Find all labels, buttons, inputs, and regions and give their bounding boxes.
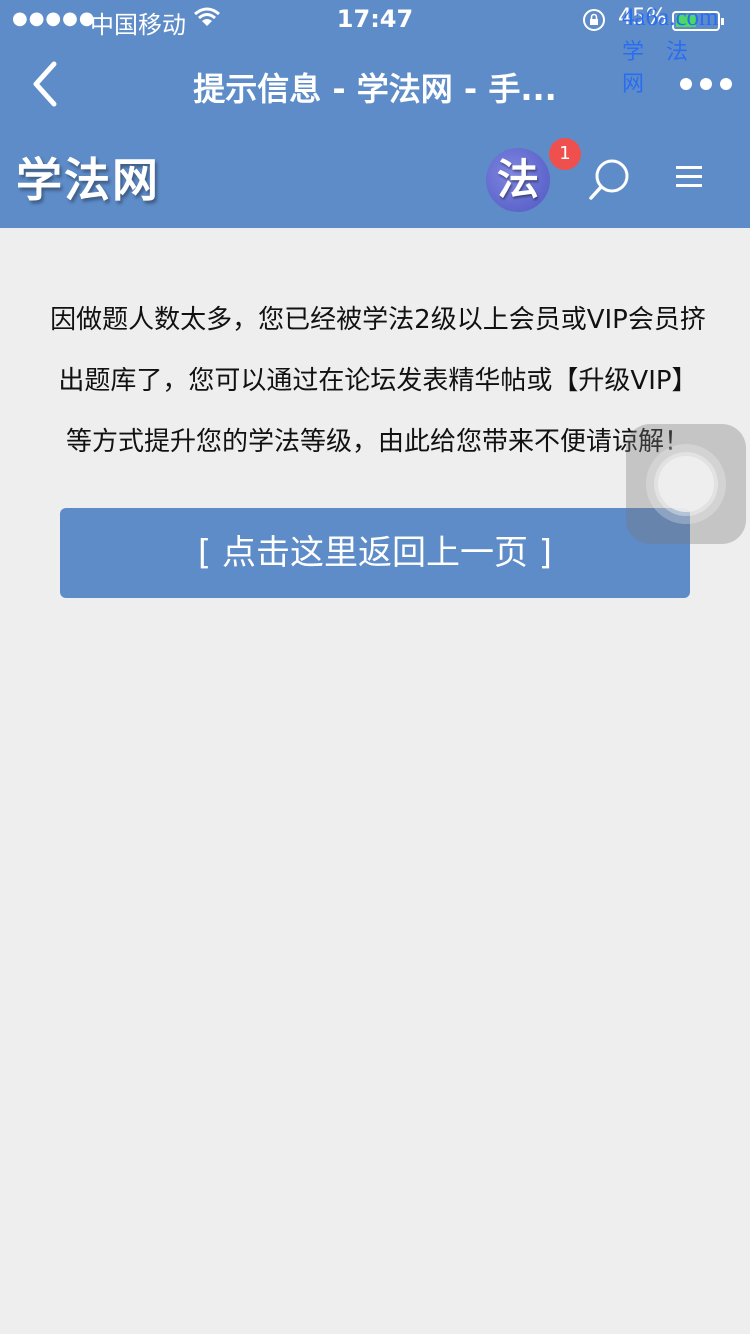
page-title: 提示信息 - 学法网 - 手...	[193, 70, 557, 108]
site-header: 学法网 法 1	[0, 128, 750, 228]
search-icon[interactable]	[586, 156, 634, 204]
message-line: 因做题人数太多，您已经被学法2级以上会员或VIP会员挤	[50, 305, 706, 335]
hamburger-menu-icon[interactable]	[674, 162, 708, 192]
nav-bar: 提示信息 - 学法网 - 手...	[0, 40, 750, 128]
assistive-touch-button[interactable]	[626, 424, 746, 544]
chevron-left-icon[interactable]	[22, 56, 68, 112]
user-avatar[interactable]: 法	[486, 148, 550, 212]
more-dots-icon[interactable]	[676, 70, 736, 98]
site-logo[interactable]: 学法网	[16, 144, 160, 210]
notification-badge[interactable]: 1	[549, 138, 581, 170]
top-bar: ●●●●● 中国移动 17:47 45% 4a6a.com 学法网 提示信息 -…	[0, 0, 750, 228]
rotation-lock-icon	[583, 9, 605, 31]
return-button[interactable]: [ 点击这里返回上一页 ]	[60, 508, 690, 598]
message-line: 出题库了，您可以通过在论坛发表精华帖或【升级VIP】	[58, 366, 698, 396]
status-bar: ●●●●● 中国移动 17:47 45% 4a6a.com 学法网	[0, 0, 750, 97]
watermark-url: 4a6a.com	[622, 4, 719, 31]
